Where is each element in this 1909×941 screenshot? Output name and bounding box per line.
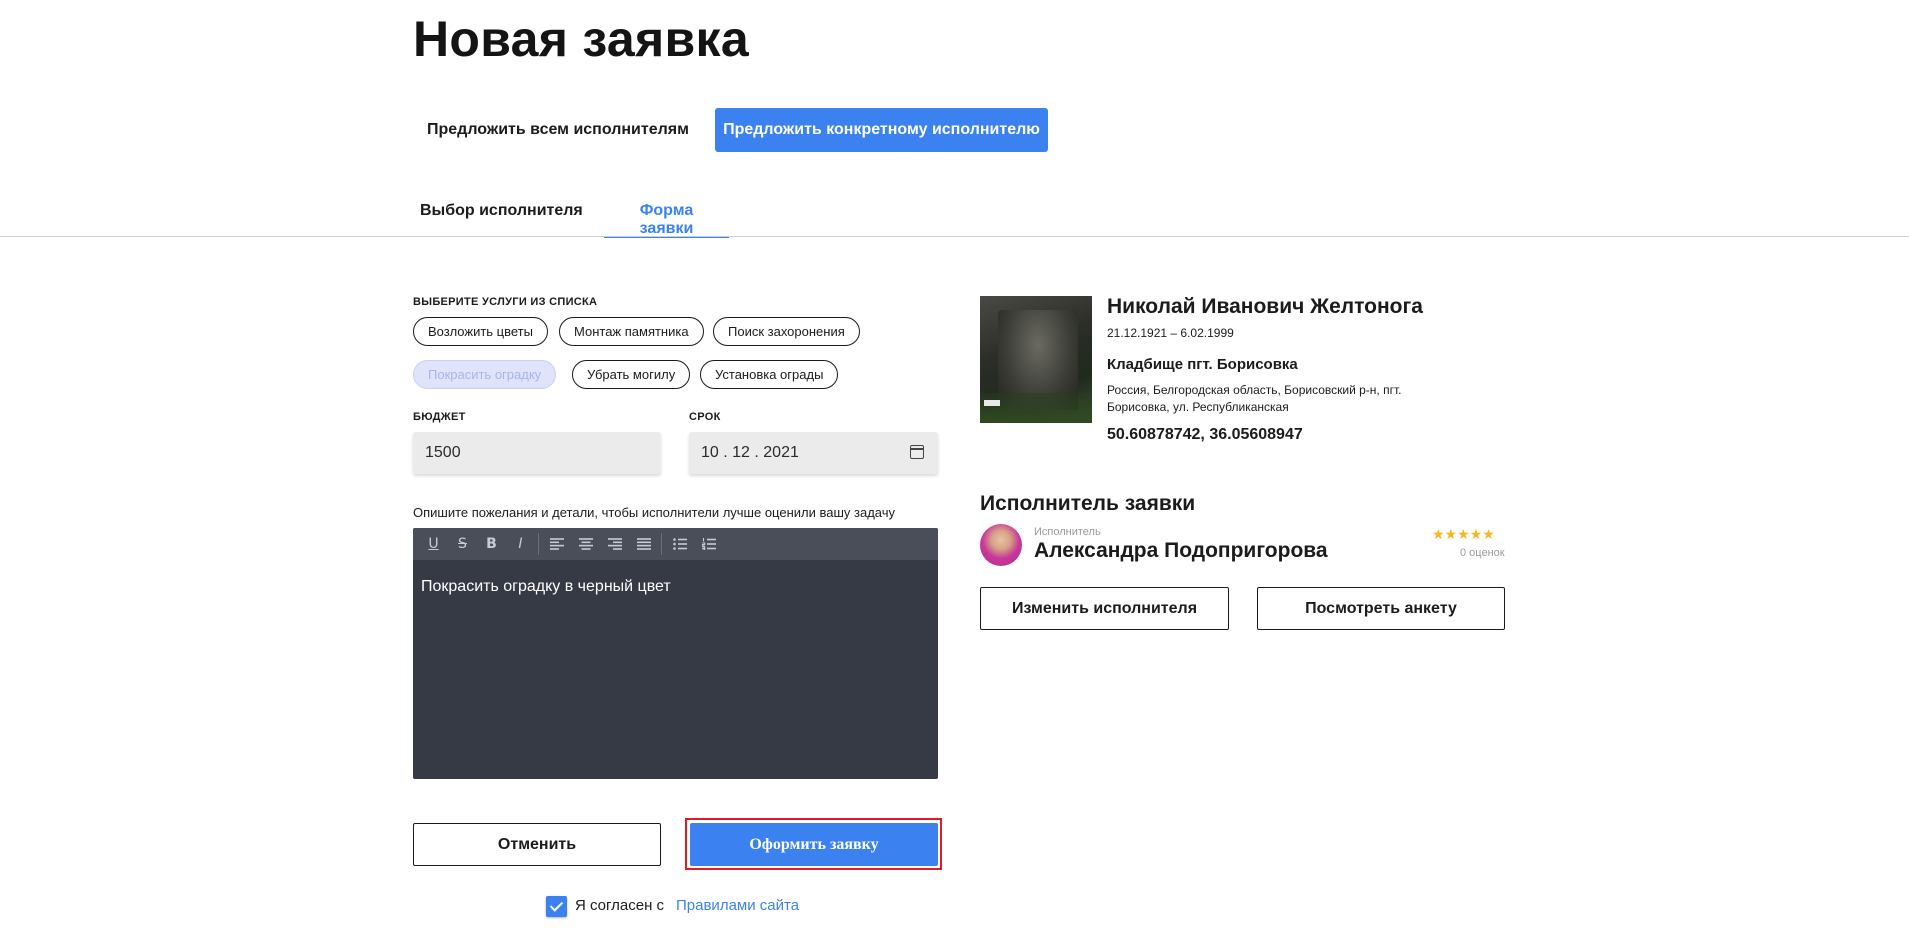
strikethrough-icon[interactable]: S	[448, 528, 477, 560]
align-left-icon[interactable]	[542, 528, 571, 560]
service-chip-paint-fence[interactable]: Покрасить оградку	[413, 360, 557, 389]
bullet-list-icon[interactable]	[665, 528, 694, 560]
italic-icon[interactable]: I	[506, 528, 535, 560]
executor-role: Исполнитель	[1034, 526, 1101, 538]
offer-all-button[interactable]: Предложить всем исполнителям	[413, 108, 703, 152]
rating-stars-icon: ★★★★★	[1432, 527, 1495, 543]
ratings-count: 0 оценок	[1460, 547, 1505, 559]
offer-specific-button[interactable]: Предложить конкретному исполнителю	[715, 108, 1048, 152]
service-chip-flowers[interactable]: Возложить цветы	[413, 317, 548, 346]
budget-value: 1500	[425, 444, 461, 461]
agree-text: Я согласен с	[575, 897, 665, 914]
service-chip-clean-grave[interactable]: Убрать могилу	[572, 360, 691, 389]
deadline-date-input[interactable]: 10 . 12 . 2021	[689, 432, 938, 474]
toolbar-separator	[538, 533, 539, 555]
service-chip-monument[interactable]: Монтаж памятника	[559, 317, 704, 346]
budget-label: БЮДЖЕТ	[413, 411, 466, 423]
agree-checkbox[interactable]	[546, 896, 567, 917]
calendar-icon[interactable]	[910, 445, 924, 459]
site-rules-link[interactable]: Правилами сайта	[676, 897, 799, 914]
services-label: ВЫБЕРИТЕ УСЛУГИ ИЗ СПИСКА	[413, 296, 598, 308]
page-title: Новая заявка	[413, 11, 749, 67]
view-profile-button[interactable]: Посмотреть анкету	[1257, 587, 1505, 630]
editor-toolbar: U S B I	[413, 528, 938, 560]
tab-executor-choice[interactable]: Выбор исполнителя	[412, 202, 591, 238]
description-editor[interactable]: U S B I Покрасить оградку в черный цвет	[413, 528, 938, 779]
change-executor-button[interactable]: Изменить исполнителя	[980, 587, 1229, 630]
executor-avatar	[980, 524, 1022, 566]
deceased-dates: 21.12.1921 – 6.02.1999	[1107, 326, 1234, 340]
bold-icon[interactable]: B	[477, 528, 506, 560]
service-chip-search[interactable]: Поиск захоронения	[713, 317, 860, 346]
align-right-icon[interactable]	[600, 528, 629, 560]
cemetery-name: Кладбище пгт. Борисовка	[1107, 356, 1298, 373]
description-label: Опишите пожелания и детали, чтобы исполн…	[413, 505, 896, 520]
cemetery-address: Россия, Белгородская область, Борисовски…	[1107, 383, 1402, 414]
tab-request-form[interactable]: Форма заявки	[604, 202, 729, 238]
tabs-divider	[0, 236, 1909, 237]
deadline-value: 10 . 12 . 2021	[701, 444, 799, 461]
grave-coordinates: 50.60878742, 36.05608947	[1107, 426, 1303, 443]
cancel-button[interactable]: Отменить	[413, 823, 661, 866]
deadline-label: СРОК	[689, 411, 721, 423]
toolbar-separator	[661, 533, 662, 555]
executor-section-title: Исполнитель заявки	[980, 492, 1196, 515]
executor-name: Александра Подопригорова	[1034, 539, 1328, 562]
budget-input[interactable]: 1500	[413, 432, 661, 474]
underline-icon[interactable]: U	[419, 528, 448, 560]
deceased-photo	[980, 296, 1092, 423]
service-chip-install-fence[interactable]: Установка ограды	[700, 360, 839, 389]
align-justify-icon[interactable]	[629, 528, 658, 560]
deceased-name: Николай Иванович Желтонога	[1107, 295, 1423, 318]
align-center-icon[interactable]	[571, 528, 600, 560]
description-text: Покрасить оградку в черный цвет	[421, 578, 671, 595]
submit-request-button[interactable]: Оформить заявку	[690, 823, 938, 866]
numbered-list-icon[interactable]	[694, 528, 723, 560]
